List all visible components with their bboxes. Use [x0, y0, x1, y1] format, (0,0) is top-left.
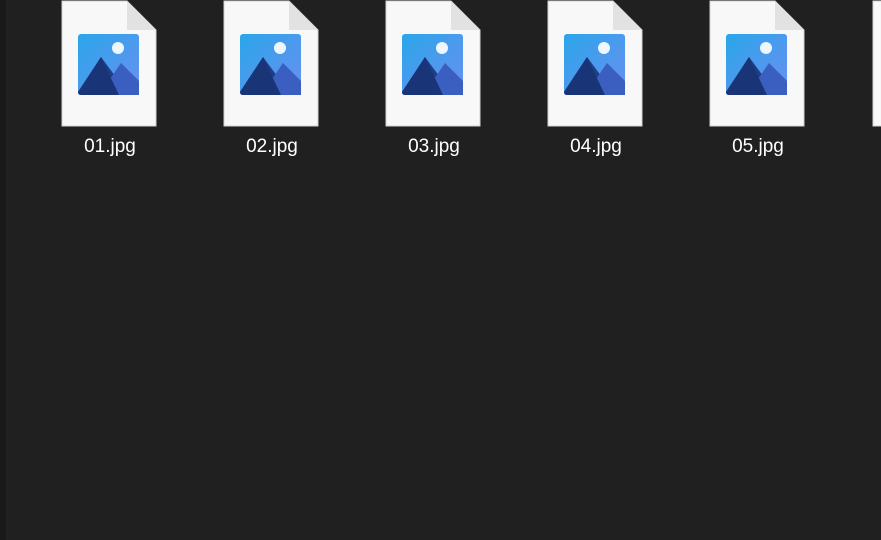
- file-name-label: 02.jpg: [246, 136, 298, 157]
- image-file-icon: [872, 0, 881, 127]
- file-name-label: 03.jpg: [408, 136, 460, 157]
- file-item-04[interactable]: 04.jpg: [526, 0, 666, 170]
- image-file-icon: [223, 0, 319, 127]
- file-name-label: 05.jpg: [732, 136, 784, 157]
- file-name-label: 01.jpg: [84, 136, 136, 157]
- file-item-partial[interactable]: [872, 0, 881, 127]
- image-file-icon: [385, 0, 481, 127]
- file-name-label: 04.jpg: [570, 136, 622, 157]
- file-item-05[interactable]: 05.jpg: [688, 0, 828, 170]
- image-file-icon: [709, 0, 805, 127]
- file-item-01[interactable]: 01.jpg: [40, 0, 180, 170]
- file-grid: 01.jpg 02.jpg 03.jpg 04.jpg 05.jpg: [0, 0, 881, 540]
- image-file-icon: [61, 0, 157, 127]
- file-item-03[interactable]: 03.jpg: [364, 0, 504, 170]
- file-item-02[interactable]: 02.jpg: [202, 0, 342, 170]
- image-file-icon: [547, 0, 643, 127]
- file-explorer-content-pane: 01.jpg 02.jpg 03.jpg 04.jpg 05.jpg: [0, 0, 881, 540]
